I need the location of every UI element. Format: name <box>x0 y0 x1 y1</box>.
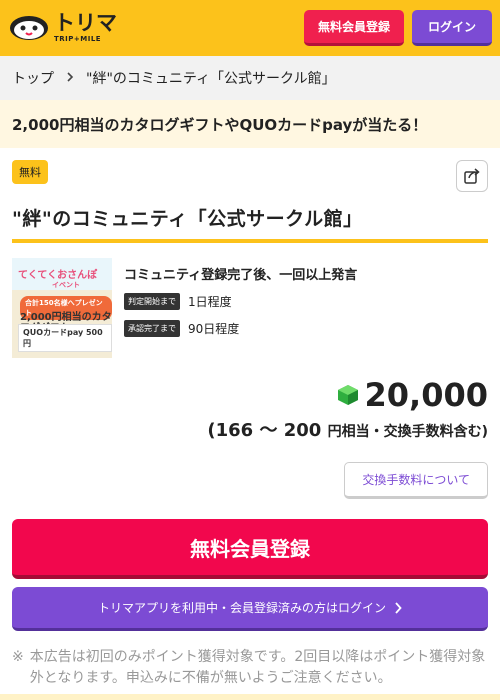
trima-logo[interactable]: トリマ TRIP+MILE <box>8 13 117 43</box>
period-tag: 承認完了まで <box>124 320 180 337</box>
points-value: 20,000 <box>364 376 488 414</box>
header-register-button[interactable]: 無料会員登録 <box>303 10 404 46</box>
site-header: トリマ TRIP+MILE 無料会員登録 ログイン <box>0 0 500 56</box>
yen-equivalent: (166 〜 200 円相当・交換手数料含む) <box>12 416 488 442</box>
share-button[interactable] <box>456 160 488 192</box>
app-login-label: トリマアプリを利用中・会員登録済みの方はログイン <box>97 601 386 615</box>
note-text: 本広告は初回のみポイント獲得対象です。2回目以降はポイント獲得対象外となります。… <box>29 649 486 686</box>
points-block: 20,000 (166 〜 200 円相当・交換手数料含む) <box>12 376 488 442</box>
breadcrumb-current: "絆"のコミュニティ「公式サークル館」 <box>86 71 336 87</box>
exchange-fee-button[interactable]: 交換手数料について <box>344 462 488 499</box>
header-login-button[interactable]: ログイン <box>411 10 492 46</box>
free-badge: 無料 <box>12 160 48 184</box>
thumb-title: てくてくおさんぽ <box>18 270 98 281</box>
register-button[interactable]: 無料会員登録 <box>12 519 488 579</box>
green-gem-icon <box>337 385 358 405</box>
yen-range: (166 〜 200 <box>207 420 322 441</box>
logo-subtext: TRIP+MILE <box>54 35 102 43</box>
logo-text: トリマ <box>54 11 117 35</box>
offer-thumbnail: てくてくおさんぽ イベント 合計150名様へプレゼント 2,000円相当のカタロ… <box>12 258 112 358</box>
offer-condition: コミュニティ登録完了後、一回以上発言 <box>124 268 358 283</box>
offer-title: "絆"のコミュニティ「公式サークル館」 <box>12 204 488 243</box>
disclaimer-note: ※ 本広告は初回のみポイント獲得対象です。2回目以降はポイント獲得対象外となりま… <box>12 647 488 689</box>
thumb-quo-text: QUOカードpay 500円 <box>18 324 112 352</box>
period-row: 承認完了まで 90日程度 <box>124 320 488 337</box>
app-login-button[interactable]: トリマアプリを利用中・会員登録済みの方はログイン <box>12 587 488 631</box>
share-icon <box>464 168 480 184</box>
breadcrumb-home-link[interactable]: トップ <box>12 68 54 88</box>
period-value: 1日程度 <box>188 295 232 309</box>
bottom-strip <box>0 694 500 700</box>
breadcrumb: トップ "絆"のコミュニティ「公式サークル館」 <box>0 56 500 100</box>
chevron-right-icon <box>395 601 402 614</box>
period-row: 判定開始まで 1日程度 <box>124 293 488 310</box>
note-mark: ※ <box>12 649 24 665</box>
offer-card: 無料 "絆"のコミュニティ「公式サークル館」 てくてくおさんぽ イベント 合計1… <box>0 148 500 689</box>
thumb-subtitle: イベント <box>52 281 80 289</box>
logo-face-icon <box>10 16 48 40</box>
promo-banner[interactable]: 2,000円相当のカタログギフトやQUOカードpayが当たる！ <box>0 100 500 148</box>
period-value: 90日程度 <box>188 322 240 336</box>
yen-suffix: 円相当・交換手数料含む) <box>327 424 488 440</box>
chevron-right-icon <box>66 71 74 85</box>
period-tag: 判定開始まで <box>124 293 180 310</box>
